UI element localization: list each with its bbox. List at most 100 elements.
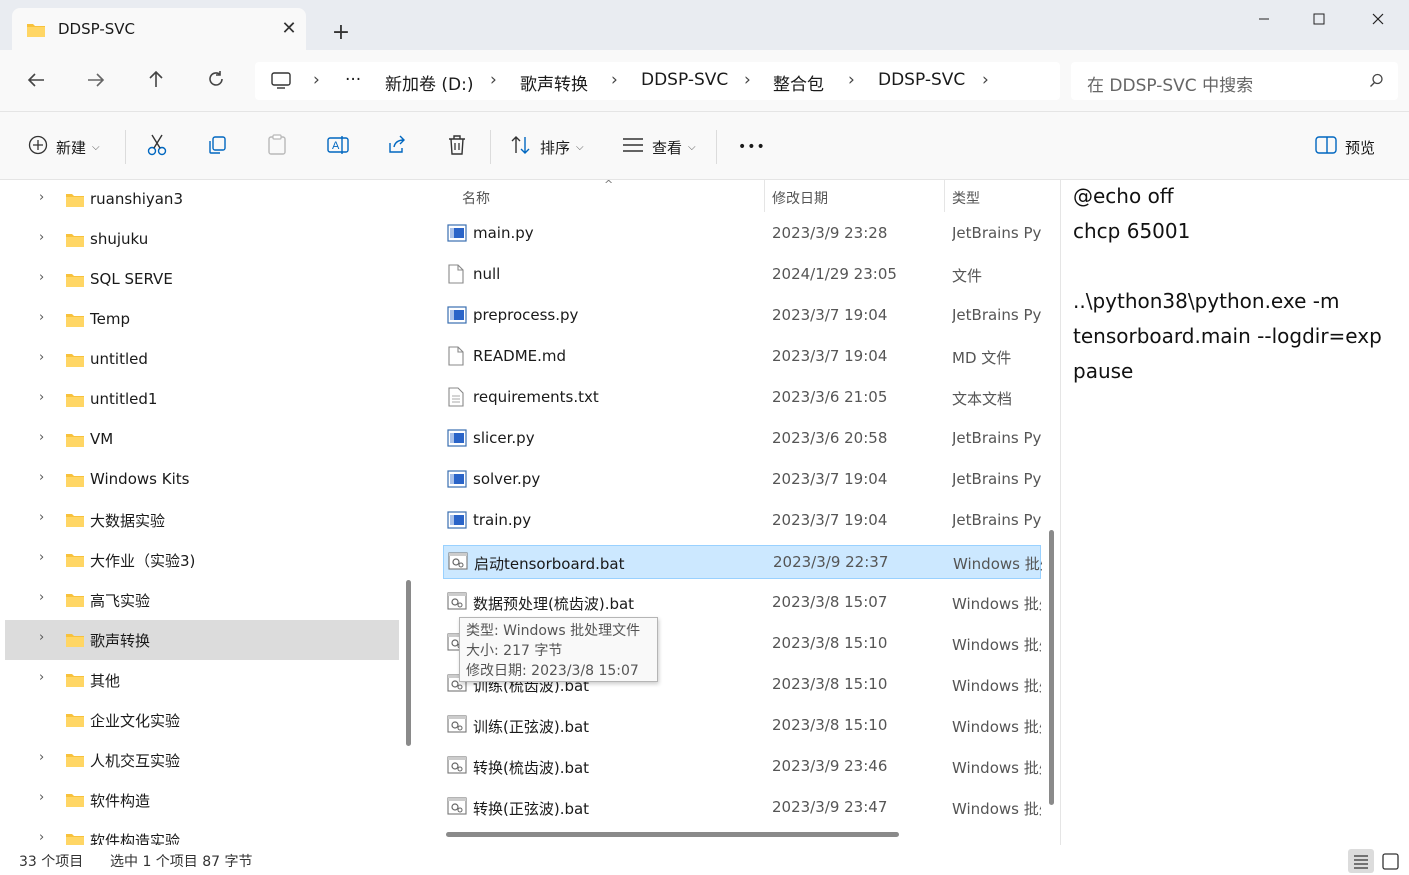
chevron-right-icon[interactable]: › xyxy=(39,310,44,325)
sidebar-item[interactable]: › 歌声转换 xyxy=(5,620,399,660)
chevron-right-icon[interactable]: › xyxy=(490,70,497,90)
chevron-right-icon[interactable]: › xyxy=(39,550,44,565)
sidebar-item[interactable]: › SQL SERVE xyxy=(5,260,399,300)
file-row[interactable]: null 2024/1/29 23:05 文件 xyxy=(443,258,1041,292)
file-row[interactable]: 数据预处理(梳齿波).bat 2023/3/8 15:07 Windows 批处理文… xyxy=(443,586,1041,620)
chevron-right-icon[interactable]: › xyxy=(39,510,44,525)
breadcrumb-folder[interactable]: 歌声转换 xyxy=(520,70,588,95)
file-date: 2023/3/8 15:10 xyxy=(772,675,888,693)
sidebar-item[interactable]: › untitled1 xyxy=(5,380,399,420)
sidebar-item[interactable]: › untitled xyxy=(5,340,399,380)
delete-button[interactable] xyxy=(447,134,467,160)
chevron-right-icon[interactable]: › xyxy=(39,430,44,445)
column-header-date[interactable]: 修改日期 xyxy=(772,188,828,208)
chevron-right-icon[interactable]: › xyxy=(848,70,855,90)
sidebar-item[interactable]: › Windows Kits xyxy=(5,460,399,500)
vertical-scrollbar[interactable] xyxy=(1049,530,1054,805)
file-date: 2023/3/7 19:04 xyxy=(772,306,888,324)
file-row[interactable]: requirements.txt 2023/3/6 21:05 文本文档 xyxy=(443,381,1041,415)
chevron-right-icon[interactable]: › xyxy=(611,70,618,90)
file-row[interactable]: slicer.py 2023/3/6 20:58 JetBrains PyCharm xyxy=(443,422,1041,456)
chevron-right-icon[interactable]: › xyxy=(982,70,989,90)
view-button[interactable]: 查看 ⌵ xyxy=(622,134,696,160)
breadcrumb-folder[interactable]: DDSP-SVC xyxy=(641,70,728,90)
column-divider[interactable] xyxy=(764,180,765,212)
file-row[interactable]: 转换(正弦波).bat 2023/3/9 23:47 Windows 批处理文件 xyxy=(443,791,1041,825)
chevron-right-icon[interactable]: › xyxy=(39,670,44,685)
file-row[interactable]: 转换(梳齿波).bat 2023/3/9 23:46 Windows 批处理文件 xyxy=(443,750,1041,784)
refresh-icon[interactable] xyxy=(200,66,232,96)
chevron-right-icon[interactable]: › xyxy=(39,830,44,845)
sidebar-item[interactable]: › 软件构造 xyxy=(5,780,399,820)
cut-button[interactable] xyxy=(147,134,167,160)
copy-button[interactable] xyxy=(207,134,227,160)
sidebar-item[interactable]: › 软件构造实验 xyxy=(5,820,399,845)
sidebar-item[interactable]: › shujuku xyxy=(5,220,399,260)
sidebar-item[interactable]: › ruanshiyan3 xyxy=(5,180,399,220)
sidebar-item[interactable]: › 大作业（实验3) xyxy=(5,540,399,580)
chevron-right-icon[interactable]: › xyxy=(744,70,751,90)
paste-button[interactable] xyxy=(267,134,287,160)
more-options-button[interactable]: ••• xyxy=(738,134,766,160)
horizontal-scrollbar[interactable] xyxy=(446,832,899,837)
rename-button[interactable]: A xyxy=(327,134,349,160)
file-row[interactable]: main.py 2023/3/9 23:28 JetBrains PyCharm xyxy=(443,217,1041,251)
breadcrumb-more[interactable]: ··· xyxy=(345,70,361,90)
chevron-right-icon[interactable]: › xyxy=(39,390,44,405)
file-list[interactable]: ^ 名称 修改日期 类型 main.py 2023/3/9 23:28 JetBra… xyxy=(418,180,1060,845)
share-button[interactable] xyxy=(387,134,407,160)
navigation-pane[interactable]: › ruanshiyan3 › shujuku › SQL SERVE › Temp › unti… xyxy=(0,180,418,845)
tiles-view-icon[interactable] xyxy=(1378,849,1404,873)
chevron-right-icon[interactable]: › xyxy=(39,790,44,805)
sidebar-item[interactable]: 企业文化实验 xyxy=(5,700,399,740)
chevron-right-icon[interactable]: › xyxy=(39,350,44,365)
file-row[interactable]: train.py 2023/3/7 19:04 JetBrains PyCharm xyxy=(443,504,1041,538)
search-icon[interactable] xyxy=(1369,73,1384,92)
file-row[interactable]: 训练(正弦波).bat 2023/3/8 15:10 Windows 批处理文件 xyxy=(443,709,1041,743)
sidebar-item[interactable]: › 大数据实验 xyxy=(5,500,399,540)
sidebar-item[interactable]: › 高飞实验 xyxy=(5,580,399,620)
search-input[interactable]: 在 DDSP-SVC 中搜索 xyxy=(1071,62,1398,100)
sidebar-scrollbar[interactable] xyxy=(406,580,411,746)
forward-arrow-icon[interactable] xyxy=(80,66,112,96)
file-file-icon xyxy=(447,264,465,288)
chevron-right-icon[interactable]: › xyxy=(39,590,44,605)
chevron-right-icon[interactable]: › xyxy=(313,70,320,90)
details-view-icon[interactable] xyxy=(1348,849,1374,873)
address-bar[interactable]: › ··· 新加卷 (D:) › 歌声转换 › DDSP-SVC › 整合包 ›… xyxy=(255,62,1060,100)
close-window-icon[interactable] xyxy=(1355,4,1401,36)
sort-button[interactable]: 排序 ⌵ xyxy=(510,134,584,160)
file-row[interactable]: solver.py 2023/3/7 19:04 JetBrains PyCharm xyxy=(443,463,1041,497)
chevron-right-icon[interactable]: › xyxy=(39,750,44,765)
file-row[interactable]: preprocess.py 2023/3/7 19:04 JetBrains PyC… xyxy=(443,299,1041,333)
new-button[interactable]: 新建 ⌵ xyxy=(28,134,100,160)
column-header-name[interactable]: 名称 xyxy=(462,188,490,208)
preview-button[interactable]: 预览 xyxy=(1315,134,1375,160)
minimize-icon[interactable] xyxy=(1241,4,1287,36)
this-pc-icon[interactable] xyxy=(271,72,291,94)
file-row[interactable]: README.md 2023/3/7 19:04 MD 文件 xyxy=(443,340,1041,374)
sidebar-item[interactable]: › Temp xyxy=(5,300,399,340)
file-row[interactable]: 启动tensorboard.bat 2023/3/9 22:37 Windows 批… xyxy=(443,545,1042,579)
chevron-right-icon[interactable]: › xyxy=(39,470,44,485)
sidebar-item[interactable]: › VM xyxy=(5,420,399,460)
close-tab-icon[interactable]: ✕ xyxy=(276,16,302,42)
sidebar-item[interactable]: › 其他 xyxy=(5,660,399,700)
file-date: 2023/3/9 23:28 xyxy=(772,224,888,242)
maximize-icon[interactable] xyxy=(1296,4,1342,36)
sidebar-item[interactable]: › 人机交互实验 xyxy=(5,740,399,780)
folder-icon xyxy=(65,752,85,772)
breadcrumb-current[interactable]: DDSP-SVC xyxy=(878,70,965,90)
new-tab-button[interactable]: + xyxy=(326,18,356,48)
column-divider[interactable] xyxy=(944,180,945,212)
breadcrumb-folder[interactable]: 整合包 xyxy=(773,70,824,95)
column-header-type[interactable]: 类型 xyxy=(952,188,980,208)
chevron-right-icon[interactable]: › xyxy=(39,190,44,205)
up-arrow-icon[interactable] xyxy=(140,66,172,96)
breadcrumb-drive[interactable]: 新加卷 (D:) xyxy=(385,70,474,95)
chevron-right-icon[interactable]: › xyxy=(39,630,44,645)
tab-ddsp-svc[interactable]: DDSP-SVC ✕ xyxy=(12,8,306,50)
back-arrow-icon[interactable] xyxy=(20,66,52,96)
chevron-right-icon[interactable]: › xyxy=(39,270,44,285)
chevron-right-icon[interactable]: › xyxy=(39,230,44,245)
